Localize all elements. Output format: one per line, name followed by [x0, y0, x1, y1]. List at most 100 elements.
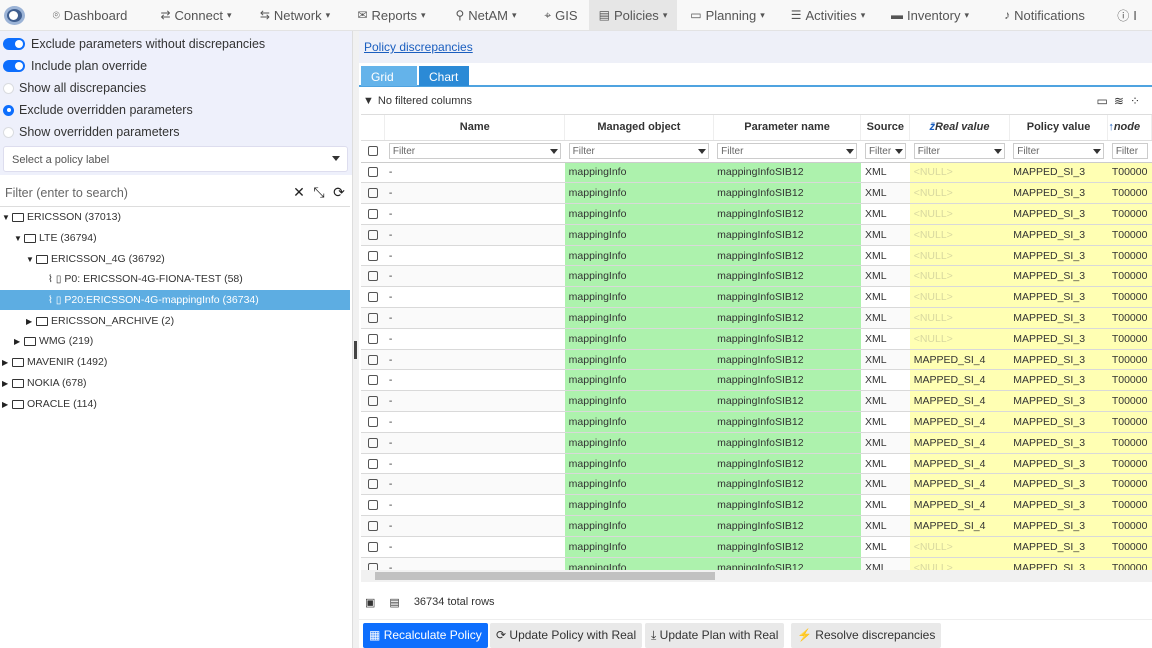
- cell-source[interactable]: XML: [860, 203, 910, 225]
- cell-parameter-name[interactable]: mappingInfoSIB12: [713, 557, 861, 570]
- col-header-name[interactable]: Name: [384, 115, 566, 141]
- cell-managed-object[interactable]: mappingInfo: [564, 349, 714, 371]
- row-checkbox[interactable]: [367, 458, 378, 469]
- table-row[interactable]: - mappingInfo mappingInfoSIB12 XML <NULL> MAP…: [361, 328, 1152, 350]
- cell-policy-value[interactable]: MAPPED_SI_3: [1009, 453, 1108, 475]
- cell-policy-value[interactable]: MAPPED_SI_3: [1009, 203, 1108, 225]
- cell-source[interactable]: XML: [860, 390, 910, 413]
- cell-real-value[interactable]: <NULL>: [909, 245, 1010, 267]
- cell-name[interactable]: -: [384, 390, 565, 413]
- row-checkbox[interactable]: [367, 437, 378, 448]
- cell-real-value[interactable]: MAPPED_SI_4: [909, 411, 1010, 433]
- breadcrumb-policy-discrepancies[interactable]: Policy discrepancies: [364, 40, 473, 54]
- refresh-icon[interactable]: ⟳: [330, 184, 348, 201]
- cell-source[interactable]: XML: [860, 473, 910, 496]
- table-row[interactable]: - mappingInfo mappingInfoSIB12 XML <NULL> MAP…: [361, 203, 1152, 225]
- col-header-policy-value[interactable]: Policy value: [1009, 115, 1109, 141]
- cell-source[interactable]: XML: [860, 432, 910, 454]
- cell-parameter-name[interactable]: mappingInfoSIB12: [713, 432, 861, 454]
- cell-real-value[interactable]: MAPPED_SI_4: [909, 390, 1010, 413]
- cell-node[interactable]: T00000: [1107, 286, 1152, 309]
- filter-input-source[interactable]: Filter: [864, 143, 906, 159]
- cell-name[interactable]: -: [384, 162, 565, 184]
- radio-button[interactable]: [3, 126, 14, 138]
- row-checkbox[interactable]: [367, 333, 378, 344]
- tab-grid[interactable]: Grid ⟳: [361, 66, 417, 98]
- cell-source[interactable]: XML: [860, 286, 910, 309]
- app-logo[interactable]: [0, 0, 34, 30]
- cell-managed-object[interactable]: mappingInfo: [564, 411, 714, 433]
- table-row[interactable]: - mappingInfo mappingInfoSIB12 XML <NULL> MAP…: [361, 245, 1152, 267]
- tree-node[interactable]: ▶ NOKIA (678): [2, 373, 87, 393]
- cell-source[interactable]: XML: [860, 182, 910, 205]
- nav-connect[interactable]: ⇄ Connect ▾: [146, 0, 246, 30]
- row-checkbox[interactable]: [367, 562, 378, 570]
- table-row[interactable]: - mappingInfo mappingInfoSIB12 XML MAPPED_SI…: [361, 515, 1152, 537]
- cell-policy-value[interactable]: MAPPED_SI_3: [1009, 432, 1108, 454]
- table-row[interactable]: - mappingInfo mappingInfoSIB12 XML <NULL> MAP…: [361, 182, 1152, 205]
- caret-down-icon[interactable]: ▼: [14, 234, 24, 243]
- cell-managed-object[interactable]: mappingInfo: [564, 307, 714, 329]
- cell-name[interactable]: -: [384, 307, 565, 329]
- resolve-discrepancies-button[interactable]: ⚡ Resolve discrepancies: [791, 623, 942, 648]
- cell-managed-object[interactable]: mappingInfo: [564, 162, 714, 184]
- cell-parameter-name[interactable]: mappingInfoSIB12: [713, 411, 861, 433]
- cell-name[interactable]: -: [384, 349, 565, 371]
- cell-parameter-name[interactable]: mappingInfoSIB12: [713, 265, 861, 288]
- row-checkbox[interactable]: [367, 208, 378, 219]
- filter-input-real-value[interactable]: Filter: [913, 143, 1006, 159]
- cell-name[interactable]: -: [384, 265, 565, 288]
- cell-node[interactable]: T00000: [1107, 557, 1152, 570]
- cell-source[interactable]: XML: [860, 411, 910, 433]
- cell-parameter-name[interactable]: mappingInfoSIB12: [713, 453, 861, 475]
- tree-node[interactable]: ⌇ ▯ P20:ERICSSON-4G-mappingInfo (36734): [0, 290, 350, 310]
- chevron-down-icon[interactable]: [698, 149, 707, 154]
- panel-splitter[interactable]: [352, 31, 359, 648]
- cell-real-value[interactable]: MAPPED_SI_4: [909, 349, 1010, 371]
- export-excel-icon[interactable]: ▣: [365, 596, 375, 609]
- nav-gis[interactable]: ⌖ GIS: [533, 0, 589, 30]
- cell-managed-object[interactable]: mappingInfo: [564, 494, 714, 517]
- cell-managed-object[interactable]: mappingInfo: [564, 203, 714, 225]
- filter-input-node[interactable]: Filter: [1111, 143, 1148, 159]
- cell-name[interactable]: -: [384, 245, 565, 267]
- cell-real-value[interactable]: <NULL>: [909, 307, 1010, 329]
- show-overridden-option[interactable]: Show overridden parameters: [0, 121, 352, 143]
- cell-policy-value[interactable]: MAPPED_SI_3: [1009, 265, 1108, 288]
- row-checkbox[interactable]: [367, 271, 378, 282]
- cell-source[interactable]: XML: [860, 224, 910, 246]
- table-row[interactable]: - mappingInfo mappingInfoSIB12 XML <NULL> MAP…: [361, 286, 1152, 309]
- table-row[interactable]: - mappingInfo mappingInfoSIB12 XML <NULL> MAP…: [361, 307, 1152, 329]
- nav-dashboard[interactable]: ⌾ Dashboard: [34, 0, 146, 30]
- cell-policy-value[interactable]: MAPPED_SI_3: [1009, 286, 1108, 309]
- cell-real-value[interactable]: <NULL>: [909, 536, 1010, 558]
- cell-policy-value[interactable]: MAPPED_SI_3: [1009, 245, 1108, 267]
- cell-policy-value[interactable]: MAPPED_SI_3: [1009, 328, 1108, 350]
- cell-policy-value[interactable]: MAPPED_SI_3: [1009, 390, 1108, 413]
- cell-node[interactable]: T00000: [1107, 224, 1152, 246]
- caret-right-icon[interactable]: ▶: [2, 358, 12, 367]
- cell-real-value[interactable]: <NULL>: [909, 203, 1010, 225]
- filter-input-name[interactable]: Filter: [388, 143, 561, 159]
- row-checkbox[interactable]: [367, 416, 378, 427]
- cell-node[interactable]: T00000: [1107, 411, 1152, 433]
- cell-name[interactable]: -: [384, 494, 565, 517]
- cell-source[interactable]: XML: [860, 349, 910, 371]
- cell-real-value[interactable]: MAPPED_SI_4: [909, 515, 1010, 537]
- col-header-source[interactable]: Source: [860, 115, 911, 141]
- table-row[interactable]: - mappingInfo mappingInfoSIB12 XML <NULL> MAP…: [361, 557, 1152, 570]
- horizontal-scrollbar[interactable]: [361, 570, 1152, 582]
- cell-policy-value[interactable]: MAPPED_SI_3: [1009, 369, 1108, 392]
- cell-name[interactable]: -: [384, 557, 565, 570]
- exclude-overridden-option[interactable]: Exclude overridden parameters: [0, 99, 352, 121]
- table-row[interactable]: - mappingInfo mappingInfoSIB12 XML <NULL> MAP…: [361, 536, 1152, 558]
- filter-input-parameter[interactable]: Filter: [717, 143, 857, 159]
- nav-i[interactable]: ⓘ I: [1107, 0, 1147, 30]
- cell-name[interactable]: -: [384, 224, 565, 246]
- tree-node[interactable]: ⌇ ▯ P0: ERICSSON-4G-FIONA-TEST (58): [38, 269, 243, 289]
- table-row[interactable]: - mappingInfo mappingInfoSIB12 XML MAPPED_SI…: [361, 411, 1152, 433]
- nav-reports[interactable]: ✉ Reports ▾: [344, 0, 439, 30]
- caret-right-icon[interactable]: ▶: [2, 400, 12, 409]
- show-all-option[interactable]: Show all discrepancies: [0, 77, 352, 99]
- table-row[interactable]: - mappingInfo mappingInfoSIB12 XML MAPPED_SI…: [361, 369, 1152, 392]
